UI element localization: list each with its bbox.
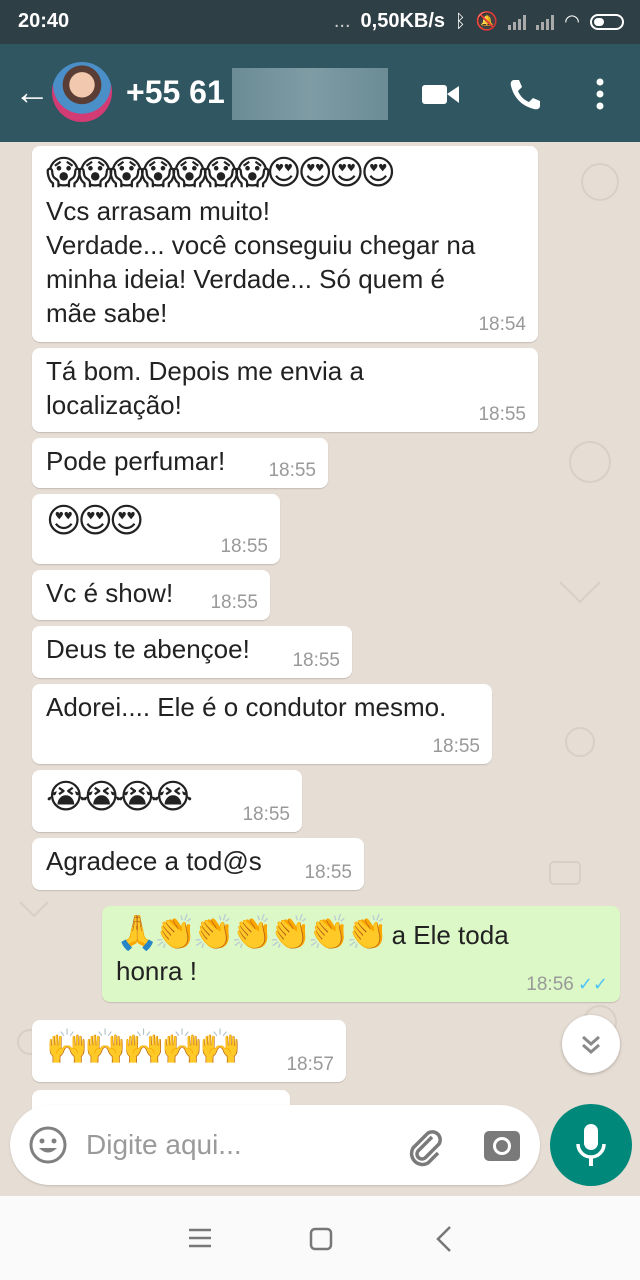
- chat-header: ← +55 61: [0, 44, 640, 142]
- mic-icon: [576, 1124, 606, 1166]
- message-text: Tá bom. Depois me envia a localização!: [46, 356, 364, 420]
- status-bar: 20:40 ... 0,50KB/s ᛒ 🔕 ◠: [0, 0, 640, 44]
- status-time: 20:40: [18, 10, 70, 32]
- contact-phone[interactable]: +55 61: [126, 74, 225, 111]
- mute-icon: 🔕: [475, 11, 499, 31]
- scroll-down-button[interactable]: [562, 1015, 620, 1073]
- message-bubble-incoming[interactable]: Adorei.... Ele é o condutor mesmo. 18:55: [32, 684, 492, 764]
- message-bubble-incoming[interactable]: 😍😍😍 18:55: [32, 494, 280, 564]
- chat-area[interactable]: 😱😱😱😱😱😱😱😍😍😍😍 Vcs arrasam muito! Verdade..…: [0, 142, 640, 1196]
- message-bubble-outgoing[interactable]: 🙏👏👏👏👏👏👏 a Ele toda honra ! 18:56 ✓✓: [102, 906, 620, 1002]
- camera-icon[interactable]: [482, 1127, 522, 1163]
- bluetooth-icon: ᛒ: [455, 11, 466, 31]
- network-speed: 0,50KB/s: [360, 10, 446, 32]
- message-emoji: 🙏👏👏👏👏👏👏: [116, 913, 388, 953]
- more-vert-icon[interactable]: [580, 74, 620, 114]
- message-first-line: 🙏👏👏👏👏👏👏 a Ele toda: [116, 912, 606, 954]
- phone-icon[interactable]: [506, 74, 546, 114]
- home-icon[interactable]: [308, 1226, 334, 1252]
- message-input[interactable]: Digite aqui...: [86, 1129, 242, 1161]
- message-input-bar[interactable]: Digite aqui...: [10, 1105, 540, 1185]
- back-icon[interactable]: [432, 1224, 456, 1254]
- emoji-icon[interactable]: [28, 1125, 68, 1165]
- avatar[interactable]: [52, 62, 112, 122]
- mic-button[interactable]: [550, 1104, 632, 1186]
- attach-icon[interactable]: [402, 1123, 446, 1167]
- message-text-inline: a Ele toda: [384, 920, 509, 950]
- back-arrow-icon[interactable]: ←: [14, 74, 50, 110]
- message-bubble-incoming[interactable]: 😭😭😭😭 18:55: [32, 770, 302, 832]
- message-time: 18:55: [304, 862, 352, 883]
- message-bubble-incoming[interactable]: Tá bom. Depois me envia a localização! 1…: [32, 348, 538, 432]
- message-time-wrap: 18:56 ✓✓: [526, 973, 608, 996]
- status-dots: ...: [333, 10, 351, 32]
- battery-icon: [590, 13, 624, 30]
- message-bubble-incoming[interactable]: 🙌🙌🙌🙌🙌 18:57: [32, 1020, 346, 1082]
- message-emoji: 😱😱😱😱😱😱😱😍😍😍😍: [46, 153, 396, 193]
- message-time: 18:55: [242, 804, 290, 825]
- chevron-down-icon: [582, 1035, 600, 1054]
- message-time: 18:55: [292, 650, 340, 671]
- message-time: 18:56: [526, 974, 574, 995]
- message-text: Vcs arrasam muito! Verdade... você conse…: [46, 196, 476, 328]
- message-time: 18:55: [210, 592, 258, 613]
- message-time: 18:55: [432, 736, 480, 757]
- status-icons: ... 0,50KB/s ᛒ 🔕 ◠: [334, 10, 624, 33]
- message-time: 18:57: [286, 1054, 334, 1075]
- message-bubble-incoming[interactable]: Agradece a tod@s 18:55: [32, 838, 364, 890]
- message-bubble-incoming[interactable]: Vc é show! 18:55: [32, 570, 270, 620]
- message-time: 18:55: [268, 460, 316, 481]
- message-time: 18:54: [478, 314, 526, 335]
- message-time: 18:55: [478, 404, 526, 425]
- read-receipt-icon: ✓✓: [577, 974, 608, 994]
- wifi-icon: ◠: [564, 11, 580, 31]
- message-bubble-incoming[interactable]: Deus te abençoe! 18:55: [32, 626, 352, 678]
- menu-icon[interactable]: [186, 1226, 214, 1250]
- signal-icon-2: [536, 14, 555, 30]
- video-call-icon[interactable]: [420, 74, 460, 114]
- message-time: 18:55: [220, 536, 268, 557]
- message-bubble-incoming[interactable]: Pode perfumar! 18:55: [32, 438, 328, 488]
- signal-icon: [508, 14, 527, 30]
- system-nav-bar: [0, 1196, 640, 1280]
- message-text: Adorei.... Ele é o condutor mesmo.: [46, 692, 447, 722]
- redacted-number: [232, 68, 388, 120]
- message-bubble-incoming[interactable]: 😱😱😱😱😱😱😱😍😍😍😍 Vcs arrasam muito! Verdade..…: [32, 146, 538, 342]
